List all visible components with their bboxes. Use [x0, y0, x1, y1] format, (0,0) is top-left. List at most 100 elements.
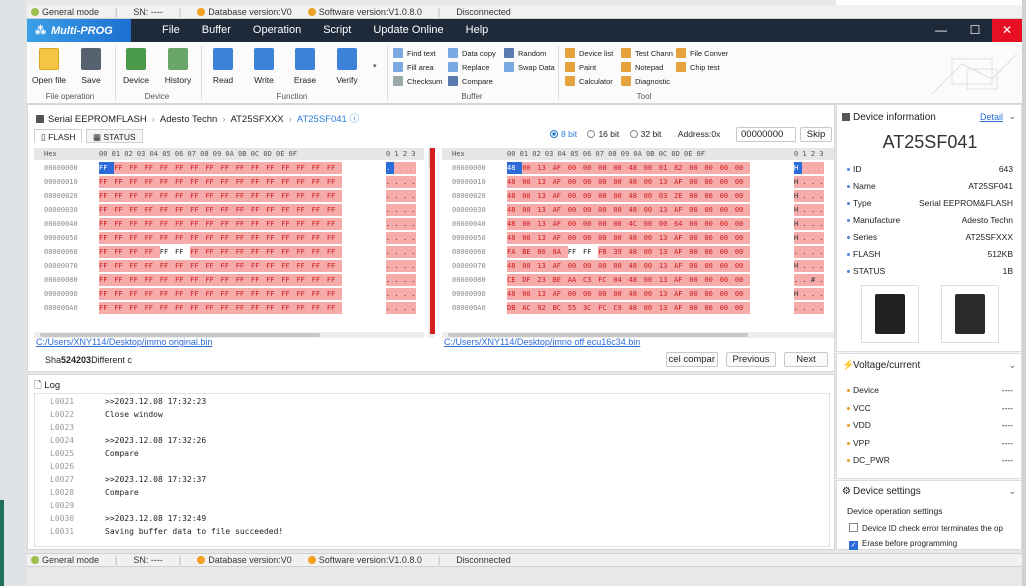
hex-row[interactable]: 00000040 48 00 13 AF 00 00 00 00 4C 00 00 64 00 00 00 00…: [442, 218, 834, 230]
hex-byte[interactable]: FF: [235, 260, 251, 272]
hex-byte[interactable]: AF: [674, 260, 690, 272]
hex-byte[interactable]: BE: [522, 246, 538, 258]
hex-byte[interactable]: 00: [582, 162, 599, 174]
hex-byte[interactable]: 3C: [582, 302, 599, 314]
hex-byte[interactable]: 00: [704, 260, 720, 272]
hex-byte[interactable]: 00: [643, 302, 659, 314]
data-copy-button[interactable]: Data copy: [448, 48, 496, 58]
hex-byte[interactable]: 00: [567, 162, 583, 174]
hex-byte[interactable]: 00: [689, 162, 705, 174]
hex-byte[interactable]: 13: [658, 204, 675, 216]
hex-byte[interactable]: FF: [99, 162, 115, 174]
hex-byte[interactable]: FF: [174, 260, 191, 272]
hex-byte[interactable]: 00: [719, 176, 735, 188]
hex-byte[interactable]: 00: [719, 162, 735, 174]
hex-byte[interactable]: FF: [129, 218, 145, 230]
hex-byte[interactable]: AF: [552, 204, 568, 216]
hex-byte[interactable]: 00: [598, 218, 614, 230]
hex-byte[interactable]: FF: [190, 260, 206, 272]
hex-byte[interactable]: FF: [144, 302, 160, 314]
hex-byte[interactable]: 48: [628, 246, 644, 258]
hex-byte[interactable]: FF: [250, 218, 267, 230]
hex-byte[interactable]: FF: [99, 204, 115, 216]
hex-byte[interactable]: 00: [689, 274, 705, 286]
tab-flash[interactable]: ▯ FLASH: [34, 129, 83, 143]
hex-byte[interactable]: 00: [643, 162, 659, 174]
hex-byte[interactable]: FF: [144, 232, 160, 244]
hex-bytes[interactable]: 48 00 13 AF 00 00 00 00 4C 00 00 64 00 00 00 00: [507, 218, 750, 230]
cancel-compare-button[interactable]: cel compar: [666, 352, 718, 367]
hex-byte[interactable]: FF: [281, 274, 297, 286]
hex-byte[interactable]: FF: [296, 246, 312, 258]
hex-row[interactable]: 00000010 48 00 13 AF 00 00 00 00 48 00 13 AF 00 00 00 00…: [442, 176, 834, 188]
hex-byte[interactable]: 00: [689, 204, 705, 216]
hex-byte[interactable]: FF: [129, 190, 145, 202]
hex-byte[interactable]: FF: [235, 218, 251, 230]
hex-byte[interactable]: FF: [159, 232, 175, 244]
hex-byte[interactable]: FF: [250, 162, 267, 174]
hex-byte[interactable]: FF: [159, 260, 175, 272]
hex-byte[interactable]: 00: [734, 246, 750, 258]
hex-byte[interactable]: FF: [281, 232, 297, 244]
menu-buffer[interactable]: Buffer: [191, 19, 242, 42]
hex-byte[interactable]: 00: [598, 288, 614, 300]
hex-byte[interactable]: FF: [129, 176, 145, 188]
hex-byte[interactable]: 48: [507, 162, 523, 174]
hex-byte[interactable]: FF: [250, 204, 267, 216]
hex-byte[interactable]: 00: [734, 232, 750, 244]
hex-byte[interactable]: FF: [205, 190, 221, 202]
hex-byte[interactable]: FF: [235, 190, 251, 202]
hex-bytes[interactable]: 48 00 13 AF 00 00 00 00 48 00 13 AF 00 00 00 00: [507, 232, 750, 244]
device-list-button[interactable]: Device list: [565, 48, 613, 58]
hex-byte[interactable]: 00: [567, 190, 583, 202]
hex-byte[interactable]: AF: [552, 232, 568, 244]
hex-bytes[interactable]: 48 00 13 AF 00 00 00 00 48 00 13 AF 00 00 00 00: [507, 204, 750, 216]
hex-byte[interactable]: 13: [537, 232, 553, 244]
detail-link[interactable]: Detail: [980, 112, 1003, 122]
hex-row[interactable]: 00000070 48 00 13 AF 00 00 00 00 48 00 13 AF 00 00 00 00…: [442, 260, 834, 272]
hex-byte[interactable]: FF: [129, 204, 145, 216]
hex-byte[interactable]: FF: [144, 176, 160, 188]
hex-byte[interactable]: FF: [220, 204, 236, 216]
erase-button[interactable]: Erase: [285, 48, 325, 85]
hex-byte[interactable]: FF: [205, 274, 221, 286]
hex-byte[interactable]: FF: [266, 274, 282, 286]
hex-bytes[interactable]: 48 00 13 AF 00 00 00 00 48 00 13 AF 00 00 00 00: [507, 176, 750, 188]
hex-byte[interactable]: FF: [266, 232, 282, 244]
hex-byte[interactable]: 00: [689, 302, 705, 314]
hex-byte[interactable]: 00: [598, 190, 614, 202]
hex-byte[interactable]: 00: [643, 218, 659, 230]
swap-data-button[interactable]: Swap Data: [504, 62, 555, 72]
radio-32bit[interactable]: 32 bit: [629, 129, 661, 139]
hex-byte[interactable]: FF: [205, 288, 221, 300]
info-icon[interactable]: ⓘ: [349, 114, 359, 125]
hex-byte[interactable]: FF: [174, 232, 191, 244]
hex-byte[interactable]: 00: [522, 288, 538, 300]
hex-byte[interactable]: FF: [250, 232, 267, 244]
breadcrumb-item[interactable]: Serial EEPROMFLASH: [48, 114, 147, 125]
hex-byte[interactable]: 00: [567, 176, 583, 188]
hex-byte[interactable]: 00: [522, 204, 538, 216]
hex-byte[interactable]: FF: [235, 302, 251, 314]
hex-byte[interactable]: 00: [704, 246, 720, 258]
hex-byte[interactable]: 48: [507, 232, 523, 244]
hex-byte[interactable]: 48: [628, 288, 644, 300]
hex-byte[interactable]: AC: [522, 302, 538, 314]
hex-byte[interactable]: FF: [220, 288, 236, 300]
hex-byte[interactable]: FF: [190, 274, 206, 286]
hex-byte[interactable]: 13: [537, 218, 553, 230]
hex-byte[interactable]: 86: [537, 246, 553, 258]
hex-byte[interactable]: AF: [674, 204, 690, 216]
hex-byte[interactable]: 48: [628, 302, 644, 314]
hex-byte[interactable]: FF: [159, 288, 175, 300]
hex-byte[interactable]: 00: [613, 190, 629, 202]
hex-byte[interactable]: 00: [719, 246, 735, 258]
hex-byte[interactable]: FF: [311, 162, 327, 174]
hex-byte[interactable]: FF: [250, 190, 267, 202]
hex-byte[interactable]: DF: [522, 274, 538, 286]
hex-byte[interactable]: FF: [326, 162, 342, 174]
calculator-button[interactable]: Calculator: [565, 76, 613, 86]
hex-byte[interactable]: 00: [719, 190, 735, 202]
hex-byte[interactable]: 00: [582, 190, 599, 202]
hex-byte[interactable]: 39: [613, 246, 629, 258]
